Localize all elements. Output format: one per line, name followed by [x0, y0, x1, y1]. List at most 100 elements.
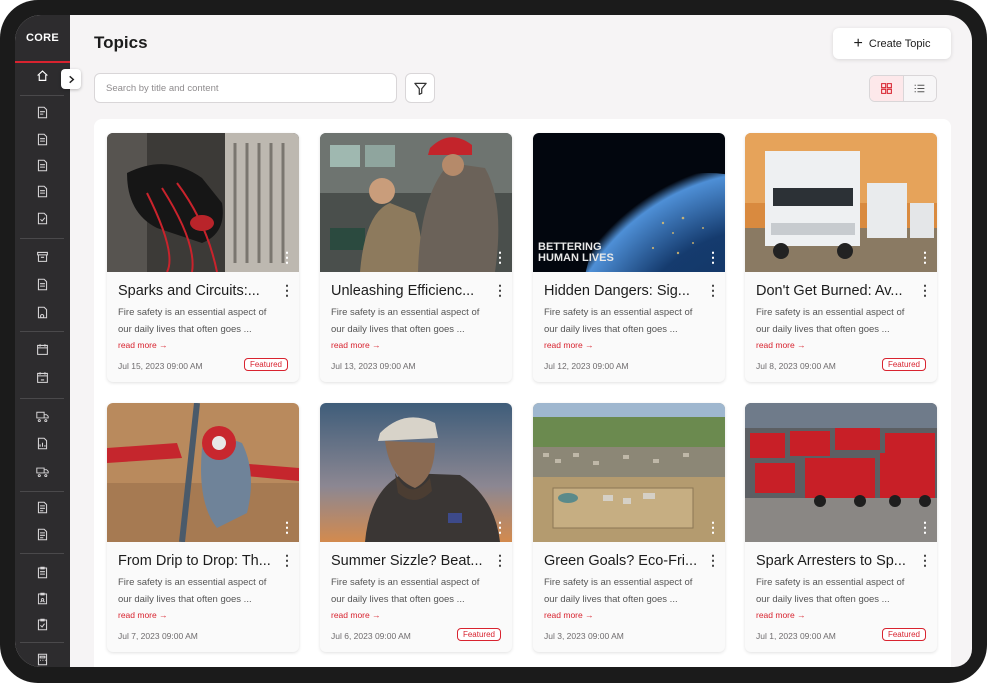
topic-description: Fire safety is an essential aspect of our… — [118, 307, 267, 335]
create-topic-button[interactable]: + Create Topic — [833, 28, 951, 59]
topic-card[interactable]: ⋮ Summer Sizzle? Beat... ⋮ Fire safety i… — [320, 403, 512, 652]
topic-date: Jul 8, 2023 09:00 AM — [756, 361, 836, 371]
document-icon[interactable] — [34, 131, 51, 148]
list-view-button[interactable] — [902, 76, 936, 101]
read-more-link[interactable]: read more → — [331, 610, 381, 620]
clipboard-user-icon[interactable] — [34, 590, 51, 607]
filter-icon — [413, 82, 427, 95]
logo-text: CORE — [26, 32, 59, 44]
calculator-icon[interactable] — [34, 651, 51, 667]
featured-badge: Featured — [243, 358, 288, 371]
tablet-frame: CORE Topics + Create Topic Search by tit… — [0, 0, 987, 683]
document-icon[interactable] — [34, 183, 51, 200]
more-options-icon[interactable]: ⋮ — [918, 553, 932, 569]
topic-description: Fire safety is an essential aspect of our… — [756, 577, 905, 605]
more-options-icon[interactable]: ⋮ — [706, 283, 720, 299]
main-content: Topics + Create Topic Search by title an… — [70, 15, 972, 667]
topic-image — [107, 403, 299, 542]
image-more-icon[interactable]: ⋮ — [706, 250, 720, 264]
image-more-icon[interactable]: ⋮ — [493, 250, 507, 264]
topic-title[interactable]: Don't Get Burned: Av... — [756, 283, 911, 299]
topic-title[interactable]: Sparks and Circuits:... — [118, 283, 273, 299]
topic-card[interactable]: ⋮ Green Goals? Eco-Fri... ⋮ Fire safety … — [533, 403, 725, 652]
read-more-link[interactable]: read more → — [331, 340, 381, 350]
topic-card[interactable]: ⋮ Unleashing Efficienc... ⋮ Fire safety … — [320, 133, 512, 382]
grid-view-button[interactable] — [870, 76, 903, 101]
read-more-link[interactable]: read more → — [118, 610, 168, 620]
image-more-icon[interactable]: ⋮ — [493, 520, 507, 534]
document-check-icon[interactable] — [34, 210, 51, 227]
topic-date: Jul 1, 2023 09:00 AM — [756, 631, 836, 641]
document-edit-icon[interactable] — [34, 104, 51, 121]
topic-card[interactable]: ⋮ Sparks and Circuits:... ⋮ Fire safety … — [107, 133, 299, 382]
document-list-icon[interactable] — [34, 526, 51, 543]
topic-title[interactable]: Green Goals? Eco-Fri... — [544, 553, 699, 569]
read-more-link[interactable]: read more → — [756, 340, 806, 350]
topic-image — [107, 133, 299, 272]
image-more-icon[interactable]: ⋮ — [280, 250, 294, 264]
image-more-icon[interactable]: ⋮ — [280, 520, 294, 534]
topic-image — [320, 403, 512, 542]
document-list-icon[interactable] — [34, 499, 51, 516]
calendar-edit-icon[interactable] — [34, 369, 51, 386]
read-more-link[interactable]: read more → — [544, 340, 594, 350]
clipboard-check-icon[interactable] — [34, 616, 51, 633]
topic-title[interactable]: Spark Arresters to Sp... — [756, 553, 911, 569]
topic-title[interactable]: Unleashing Efficienc... — [331, 283, 486, 299]
search-input[interactable] — [104, 81, 387, 95]
vehicle-settings-icon[interactable] — [34, 462, 51, 479]
topic-card[interactable]: ⋮ From Drip to Drop: Th... ⋮ Fire safety… — [107, 403, 299, 652]
topic-title[interactable]: From Drip to Drop: Th... — [118, 553, 273, 569]
topic-title[interactable]: Summer Sizzle? Beat... — [331, 553, 486, 569]
filter-button[interactable] — [405, 73, 435, 103]
read-more-link[interactable]: read more → — [118, 340, 168, 350]
app-screen: CORE Topics + Create Topic Search by tit… — [15, 15, 972, 667]
document-icon[interactable] — [34, 157, 51, 174]
topic-date: Jul 12, 2023 09:00 AM — [544, 361, 629, 371]
more-options-icon[interactable]: ⋮ — [706, 553, 720, 569]
archive-icon[interactable] — [34, 248, 51, 265]
calendar-document-icon[interactable] — [34, 341, 51, 358]
sidebar-divider — [20, 491, 64, 492]
more-options-icon[interactable]: ⋮ — [493, 283, 507, 299]
topics-grid: ⋮ Sparks and Circuits:... ⋮ Fire safety … — [94, 119, 951, 667]
report-icon[interactable] — [34, 435, 51, 452]
home-icon[interactable] — [34, 67, 51, 84]
page-title: Topics — [94, 33, 148, 52]
more-options-icon[interactable]: ⋮ — [918, 283, 932, 299]
document-search-icon[interactable] — [34, 304, 51, 321]
plus-icon: + — [853, 34, 863, 52]
sidebar-divider — [20, 331, 64, 332]
topic-image — [320, 133, 512, 272]
more-options-icon[interactable]: ⋮ — [493, 553, 507, 569]
sidebar: CORE — [15, 15, 70, 667]
more-options-icon[interactable]: ⋮ — [280, 553, 294, 569]
view-toggle — [869, 75, 937, 102]
topic-image — [745, 133, 937, 272]
topic-title[interactable]: Hidden Dangers: Sig... — [544, 283, 699, 299]
topic-date: Jul 3, 2023 09:00 AM — [544, 631, 624, 641]
topic-description: Fire safety is an essential aspect of our… — [331, 577, 480, 605]
document-icon[interactable] — [34, 276, 51, 293]
sidebar-divider — [20, 642, 64, 643]
search-box[interactable] — [94, 73, 397, 103]
topic-card[interactable]: BETTERING HUMAN LIVES ⋮ Hidden Dangers: … — [533, 133, 725, 382]
read-more-link[interactable]: read more → — [756, 610, 806, 620]
sidebar-divider — [20, 398, 64, 399]
topic-date: Jul 6, 2023 09:00 AM — [331, 631, 411, 641]
read-more-link[interactable]: read more → — [544, 610, 594, 620]
clipboard-icon[interactable] — [34, 564, 51, 581]
image-more-icon[interactable]: ⋮ — [918, 250, 932, 264]
featured-badge: Featured — [881, 358, 926, 371]
topic-image: BETTERING HUMAN LIVES — [533, 133, 725, 272]
more-options-icon[interactable]: ⋮ — [280, 283, 294, 299]
app-logo[interactable]: CORE — [15, 15, 70, 63]
topic-description: Fire safety is an essential aspect of our… — [544, 577, 693, 605]
image-more-icon[interactable]: ⋮ — [706, 520, 720, 534]
truck-icon[interactable] — [34, 407, 51, 424]
topic-description: Fire safety is an essential aspect of our… — [544, 307, 693, 335]
image-more-icon[interactable]: ⋮ — [918, 520, 932, 534]
featured-badge: Featured — [456, 628, 501, 641]
topic-card[interactable]: ⋮ Don't Get Burned: Av... ⋮ Fire safety … — [745, 133, 937, 382]
topic-card[interactable]: ⋮ Spark Arresters to Sp... ⋮ Fire safety… — [745, 403, 937, 652]
